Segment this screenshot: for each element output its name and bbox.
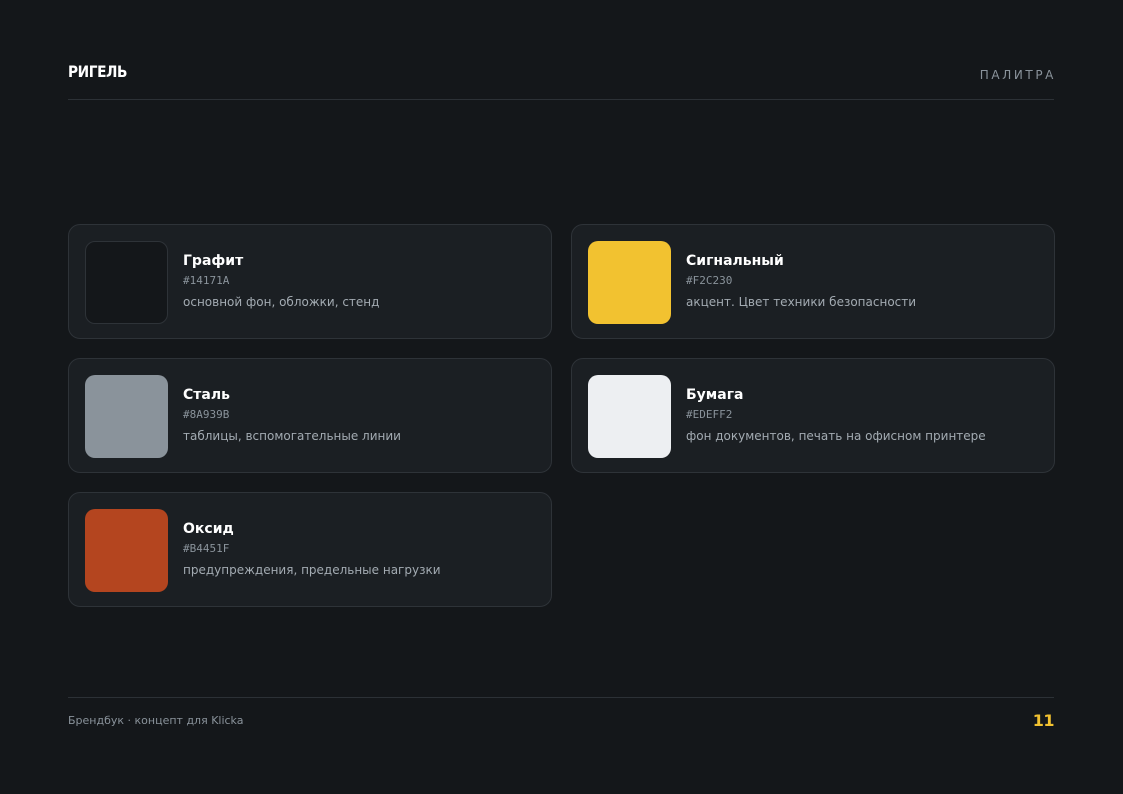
color-name: Сигнальный	[686, 253, 784, 269]
color-hex: #14171A	[183, 274, 230, 287]
color-name: Сталь	[183, 387, 230, 403]
color-swatch	[85, 241, 168, 324]
color-description: предупреждения, предельные нагрузки	[183, 563, 441, 577]
color-card-signal: Сигнальный #F2C230 акцент. Цвет техники …	[571, 224, 1055, 339]
color-swatch	[588, 241, 671, 324]
color-hex: #EDEFF2	[686, 408, 733, 421]
section-label: ПАЛИТРА	[979, 68, 1056, 82]
color-description: акцент. Цвет техники безопасности	[686, 295, 917, 309]
color-description: фон документов, печать на офисном принте…	[686, 429, 986, 443]
page-header: РИГЕЛЬ ПАЛИТРА	[68, 0, 1054, 100]
color-swatch	[588, 375, 671, 458]
color-card-oxide: Оксид #B4451F предупреждения, предельные…	[68, 492, 552, 607]
color-swatch	[85, 375, 168, 458]
page-footer: Брендбук · концепт для Klicka 11	[68, 697, 1055, 747]
color-hex: #8A939B	[183, 408, 230, 421]
color-swatch	[85, 509, 168, 592]
color-hex: #F2C230	[686, 274, 733, 287]
color-name: Оксид	[183, 521, 234, 537]
color-card-paper: Бумага #EDEFF2 фон документов, печать на…	[571, 358, 1055, 473]
color-description: таблицы, вспомогательные линии	[183, 429, 401, 443]
page-number: 11	[1032, 711, 1055, 730]
brand-wordmark: РИГЕЛЬ	[68, 62, 128, 81]
color-hex: #B4451F	[183, 542, 230, 555]
color-name: Графит	[183, 253, 244, 269]
color-description: основной фон, обложки, стенд	[183, 295, 380, 309]
color-card-steel: Сталь #8A939B таблицы, вспомогательные л…	[68, 358, 552, 473]
color-card-graphite: Графит #14171A основной фон, обложки, ст…	[68, 224, 552, 339]
color-name: Бумага	[686, 387, 744, 403]
footer-caption: Брендбук · концепт для Klicka	[68, 714, 244, 727]
